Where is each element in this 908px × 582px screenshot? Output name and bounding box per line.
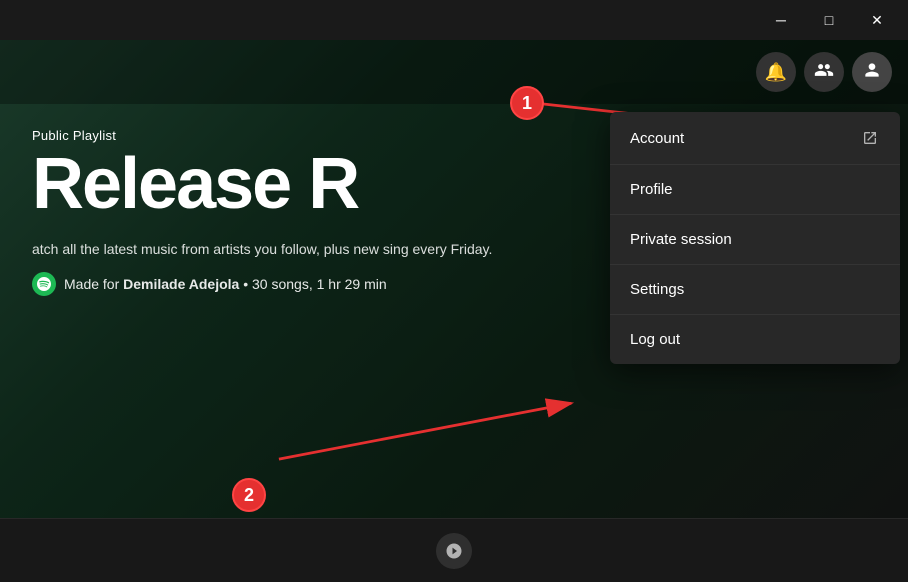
dropdown-menu: Account Profile Private session Settings… — [610, 112, 900, 364]
playlist-description: atch all the latest music from artists y… — [32, 239, 552, 260]
friends-button[interactable] — [804, 52, 844, 92]
title-bar-controls: ─ □ ✕ — [758, 4, 900, 36]
close-button[interactable]: ✕ — [854, 4, 900, 36]
private-session-label: Private session — [630, 231, 732, 248]
maximize-button[interactable]: □ — [806, 4, 852, 36]
profile-label: Profile — [630, 181, 673, 198]
bottom-btn-1[interactable] — [436, 533, 472, 569]
user-icon — [862, 60, 882, 85]
logout-label: Log out — [630, 331, 680, 348]
bottom-bar — [0, 518, 908, 582]
title-bar: ─ □ ✕ — [0, 0, 908, 40]
dropdown-item-private-session[interactable]: Private session — [610, 215, 900, 265]
spotify-logo — [32, 272, 56, 296]
songs-count: 30 songs, 1 hr 29 min — [252, 276, 387, 292]
user-profile-button[interactable] — [852, 52, 892, 92]
friend-icon — [814, 60, 834, 85]
annotation-1: 1 — [510, 86, 544, 120]
made-for-label: Made for Demilade Adejola • 30 songs, 1 … — [64, 276, 387, 292]
account-label: Account — [630, 130, 684, 147]
dropdown-item-logout[interactable]: Log out — [610, 315, 900, 364]
settings-label: Settings — [630, 281, 684, 298]
bell-icon: 🔔 — [765, 62, 787, 83]
dropdown-item-profile[interactable]: Profile — [610, 165, 900, 215]
external-link-icon — [860, 128, 880, 148]
annotation-2: 2 — [232, 478, 266, 512]
notifications-button[interactable]: 🔔 — [756, 52, 796, 92]
dropdown-item-account[interactable]: Account — [610, 112, 900, 165]
app-window: ─ □ ✕ 🔔 — [0, 0, 908, 582]
creator-name: Demilade Adejola — [123, 276, 239, 292]
dropdown-item-settings[interactable]: Settings — [610, 265, 900, 315]
spotify-header: 🔔 — [0, 40, 908, 104]
main-content: 🔔 — [0, 40, 908, 582]
header-icons: 🔔 — [756, 52, 892, 92]
minimize-button[interactable]: ─ — [758, 4, 804, 36]
